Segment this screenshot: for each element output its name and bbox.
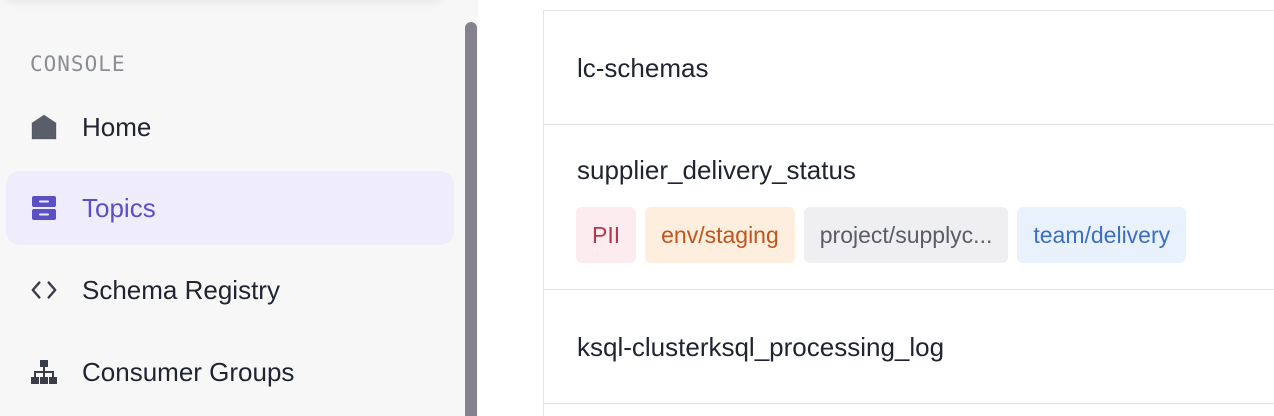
sidebar-scrollbar[interactable]: [465, 22, 477, 416]
tag-project[interactable]: project/supplyc...: [803, 207, 1009, 263]
sidebar-item-home[interactable]: Home: [6, 90, 454, 164]
topics-icon: [30, 194, 58, 222]
sidebar-item-label: Home: [82, 111, 152, 142]
sidebar-item-label: Schema Registry: [82, 274, 280, 305]
table-row[interactable]: lc-schemas: [544, 11, 1274, 125]
sidebar-item-label: Consumer Groups: [82, 356, 295, 387]
tag-team-delivery[interactable]: team/delivery: [1017, 207, 1187, 263]
table-row[interactable]: supplier_delivery_status PII env/staging…: [544, 125, 1274, 290]
main-content: lc-schemas supplier_delivery_status PII …: [478, 0, 1274, 416]
sidebar-item-label: Topics: [82, 192, 156, 223]
topic-name[interactable]: lc-schemas: [577, 53, 708, 84]
tag-list: PII env/staging project/supplyc... team/…: [576, 207, 1187, 263]
sidebar: CONSOLE Home Topics Schema Registry Cons…: [0, 0, 478, 416]
code-icon: [30, 276, 58, 304]
sidebar-item-consumer-groups[interactable]: Consumer Groups: [6, 335, 454, 409]
sidebar-item-topics[interactable]: Topics: [6, 171, 454, 245]
topics-table: lc-schemas supplier_delivery_status PII …: [543, 10, 1274, 416]
topic-name[interactable]: ksql-clusterksql_processing_log: [577, 332, 944, 363]
section-label-console: CONSOLE: [30, 52, 126, 76]
tag-env-staging[interactable]: env/staging: [645, 207, 795, 263]
sidebar-item-schema-registry[interactable]: Schema Registry: [6, 253, 454, 327]
home-icon: [30, 113, 58, 141]
hierarchy-icon: [30, 358, 58, 386]
topic-name[interactable]: supplier_delivery_status: [577, 155, 856, 186]
tag-pii[interactable]: PII: [576, 207, 637, 263]
table-row[interactable]: ksql-clusterksql_processing_log: [544, 290, 1274, 404]
